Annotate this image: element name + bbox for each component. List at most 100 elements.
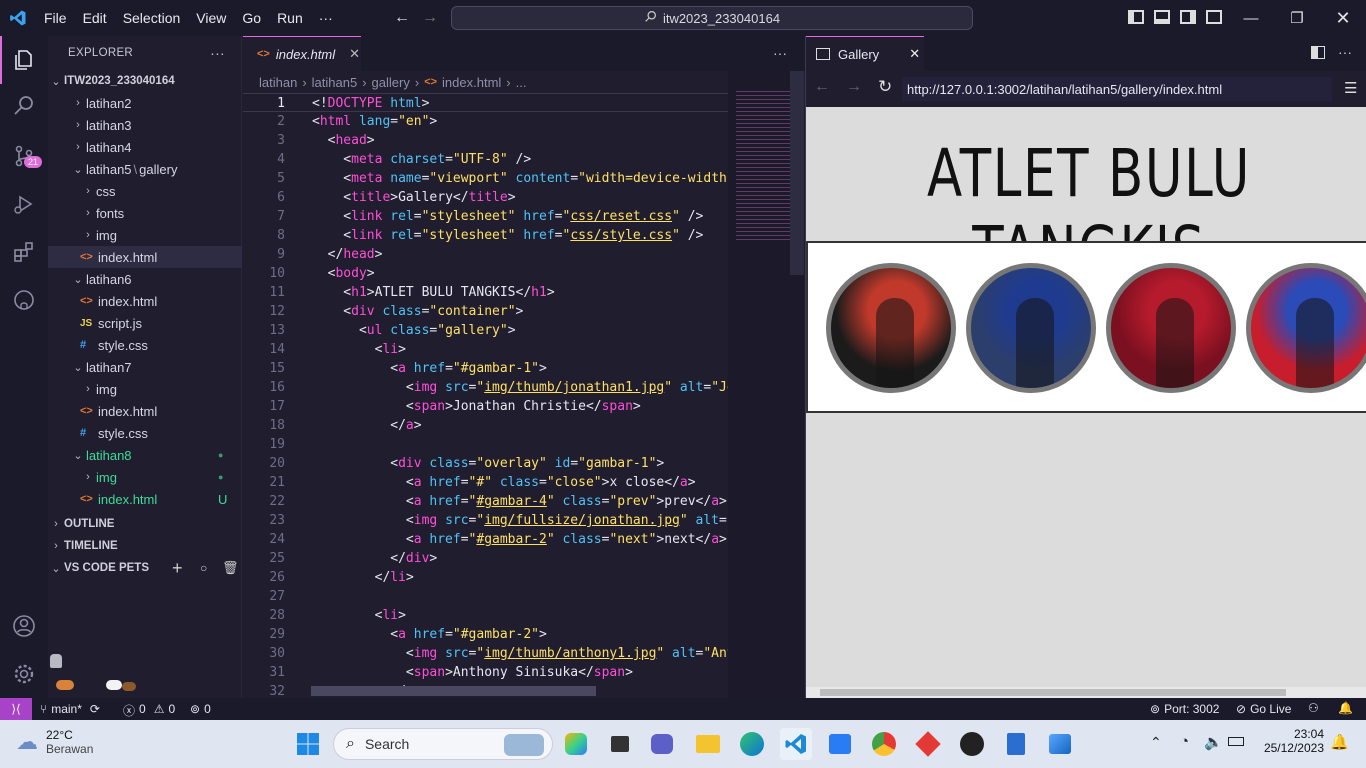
minimap[interactable] [728,71,804,698]
close-tab-icon[interactable]: ✕ [349,46,360,62]
code-line[interactable]: 13 <ul class="gallery"> [243,321,728,340]
notifications-bell-icon[interactable]: 🔔 [1338,701,1353,715]
code-line[interactable]: 29 <a href="#gambar-2"> [243,625,728,644]
gallery-thumbnail[interactable] [966,263,1096,393]
menu-item[interactable]: View [188,0,234,36]
code-line[interactable]: 22 <a href="#gambar-4" class="prev">prev… [243,492,728,511]
copilot-icon[interactable] [560,728,592,760]
tree-file[interactable]: <> index.html [48,246,242,268]
close-window-button[interactable]: ✕ [1320,0,1366,36]
gallery-thumbnail[interactable] [1246,263,1366,393]
breadcrumb-item[interactable]: latihan5 [312,75,358,90]
editor-more-actions-icon[interactable]: ··· [773,45,787,61]
accounts-status-icon[interactable]: ⚇ [1308,701,1319,715]
problems-indicator[interactable]: ⓧ 0 ⚠ 0 [123,702,175,719]
code-line[interactable]: 16 <img src="img/thumb/jonathan1.jpg" al… [243,378,728,397]
tree-folder[interactable]: › img [48,224,242,246]
notepad-icon[interactable] [1000,728,1032,760]
go-live-button[interactable]: ⊘ Go Live [1236,702,1291,716]
tree-folder[interactable]: › css [48,180,242,202]
timeline-section[interactable]: › TIMELINE [48,535,242,557]
preview-horizontal-scrollbar[interactable] [806,687,1366,698]
split-editor-icon[interactable] [1311,46,1325,59]
close-preview-tab-icon[interactable]: ✕ [909,46,920,62]
edge-icon[interactable] [736,728,768,760]
code-line[interactable]: 7 <link rel="stylesheet" href="css/reset… [243,207,728,226]
volume-icon[interactable]: 🔈 [1204,733,1223,751]
tree-folder[interactable]: ⌄ latihan6 [48,268,242,290]
store-icon[interactable] [824,728,856,760]
show-hidden-icons[interactable]: ⌃ [1150,734,1162,751]
git-branch[interactable]: ⑂ main* ⟳ [40,702,100,716]
preview-more-icon[interactable]: ··· [1338,44,1352,60]
tree-folder[interactable]: › latihan3 [48,114,242,136]
code-line[interactable]: 10 <body> [243,264,728,283]
run-debug-icon[interactable] [0,180,48,228]
task-view-icon[interactable] [604,728,636,760]
code-line[interactable]: 4 <meta charset="UTF-8" /> [243,150,728,169]
editor-horizontal-scrollbar[interactable] [311,686,596,696]
weather-widget[interactable]: ☁ 22°C Berawan [16,728,93,756]
ports-indicator[interactable]: ⊚ 0 [190,702,211,716]
nav-back-icon[interactable]: ← [394,9,410,27]
sync-icon[interactable]: ⟳ [90,702,100,716]
file-explorer-icon[interactable] [692,728,724,760]
code-line[interactable]: 18 </a> [243,416,728,435]
code-line[interactable]: 24 <a href="#gambar-2" class="next">next… [243,530,728,549]
menu-item[interactable]: ··· [311,0,341,36]
code-line[interactable]: 17 <span>Jonathan Christie</span> [243,397,728,416]
tree-file[interactable]: # style.css [48,334,242,356]
throw-ball-icon[interactable]: ○ [200,561,207,575]
source-control-icon[interactable]: 21 [0,132,48,180]
code-line[interactable]: 19 [243,435,728,454]
menu-item[interactable]: Run [269,0,311,36]
tree-folder[interactable]: › img [48,378,242,400]
start-button[interactable] [292,728,324,760]
vscode-taskbar-icon[interactable] [780,728,812,760]
tree-folder[interactable]: › img ● [48,466,242,488]
breadcrumb-item[interactable]: ... [516,75,527,90]
code-line[interactable]: 26 </li> [243,568,728,587]
code-line[interactable]: 1 <!DOCTYPE html> [243,93,728,112]
code-line[interactable]: 31 <span>Anthony Sinisuka</span> [243,663,728,682]
obs-icon[interactable] [956,728,988,760]
tab-gallery-preview[interactable]: Gallery ✕ [806,36,924,71]
tree-file[interactable]: # style.css [48,422,242,444]
extensions-icon[interactable] [0,228,48,276]
preview-back-icon[interactable]: ← [814,78,830,96]
code-line[interactable]: 5 <meta name="viewport" content="width=d… [243,169,728,188]
notification-center-icon[interactable]: 🔔 [1330,733,1349,751]
code-editor[interactable]: 1 <!DOCTYPE html> 2 <html lang="en"> 3 <head… [243,93,728,698]
git-app-icon[interactable] [912,728,944,760]
code-line[interactable]: 15 <a href="#gambar-1"> [243,359,728,378]
port-indicator[interactable]: ⊚ Port: 3002 [1150,702,1219,716]
minimize-button[interactable]: — [1228,0,1274,36]
preview-url-field[interactable]: http://127.0.0.1:3002/latihan/latihan5/g… [902,77,1332,101]
code-line[interactable]: 14 <li> [243,340,728,359]
nav-forward-icon[interactable]: → [422,9,438,27]
meet-icon[interactable] [646,728,678,760]
menu-item[interactable]: File [36,0,75,36]
customize-layout-icon[interactable] [1206,10,1222,24]
taskbar-search[interactable]: ⌕ Search [333,728,553,760]
code-line[interactable]: 6 <title>Gallery</title> [243,188,728,207]
tab-index-html[interactable]: <> index.html ✕ [243,36,361,71]
accounts-icon[interactable] [0,602,48,650]
restore-button[interactable]: ❐ [1274,0,1320,36]
code-line[interactable]: 11 <h1>ATLET BULU TANGKIS</h1> [243,283,728,302]
more-actions-icon[interactable]: ··· [210,45,225,61]
gallery-thumbnail[interactable] [826,263,956,393]
tree-file[interactable]: JS script.js [48,312,242,334]
tree-folder[interactable]: ⌄ latihan5 \ gallery [48,158,242,180]
breadcrumb-item[interactable]: latihan [259,75,297,90]
gallery-thumbnail[interactable] [1106,263,1236,393]
remote-indicator[interactable]: ⟩⟨ [0,698,32,720]
tree-folder[interactable]: › fonts [48,202,242,224]
code-line[interactable]: 27 [243,587,728,606]
tree-file[interactable]: <> index.html U [48,488,242,510]
code-line[interactable]: 9 </head> [243,245,728,264]
preview-reload-icon[interactable]: ↻ [878,77,892,97]
command-center-search[interactable]: itw2023_233040164 [451,6,973,30]
minimap-slider[interactable] [790,71,804,275]
menu-item[interactable]: Edit [75,0,115,36]
